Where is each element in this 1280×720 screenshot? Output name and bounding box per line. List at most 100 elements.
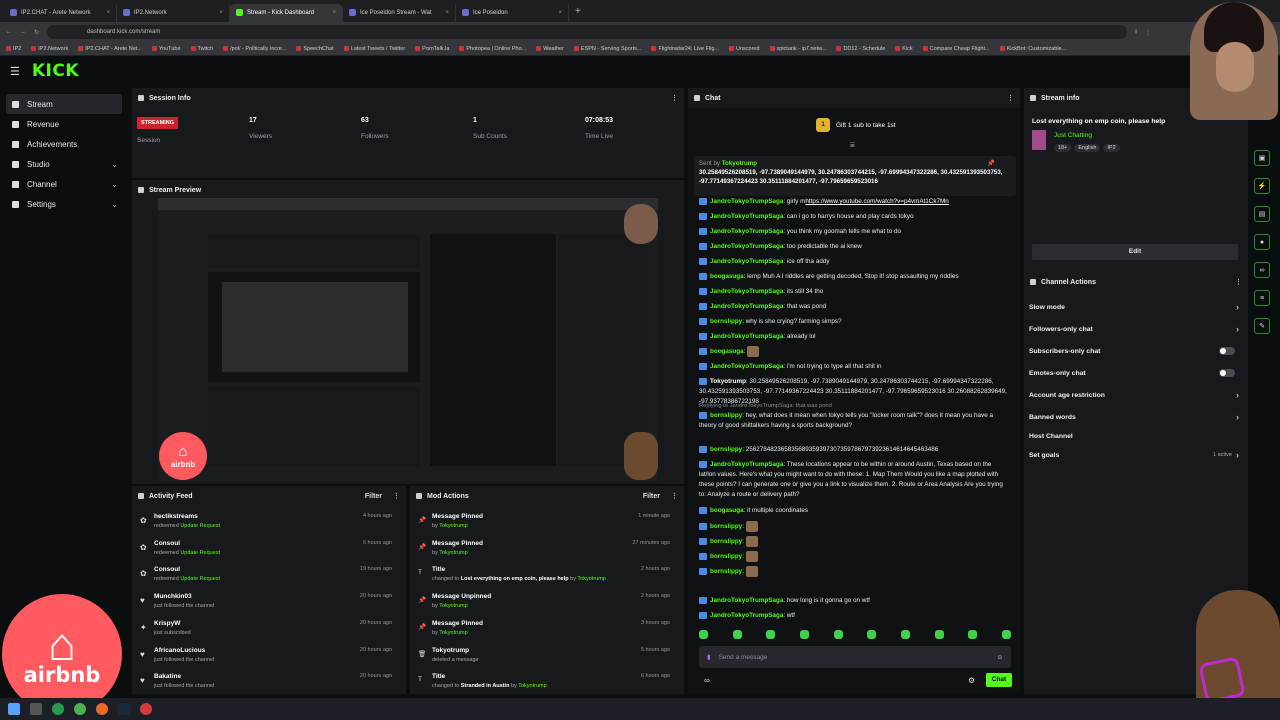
app-icon[interactable] — [74, 703, 86, 715]
stream-tag[interactable]: 18+ — [1054, 144, 1072, 152]
channel-action-followers-only-chat[interactable]: Followers-only chat › — [1029, 322, 1239, 336]
activity-user[interactable]: Bakatine — [154, 673, 181, 680]
activity-user[interactable]: KrispyW — [154, 620, 180, 627]
sidebar-item-revenue[interactable]: Revenue — [0, 114, 128, 134]
card-icon[interactable]: ▤ — [1254, 206, 1270, 222]
browser-tab[interactable]: IP2.Network × — [117, 3, 230, 22]
chat-username[interactable]: Tokyotrump — [710, 378, 746, 385]
chat-username[interactable]: JandroTokyoTrumpSaga — [710, 198, 783, 205]
layout-icon[interactable]: ▣ — [1254, 150, 1270, 166]
activity-user[interactable]: Munchkin03 — [154, 593, 192, 600]
bookmark-item[interactable]: Twitch — [190, 46, 213, 52]
app-icon[interactable] — [96, 703, 108, 715]
chat-message[interactable]: bornslippy: — [699, 551, 1009, 562]
chat-message[interactable]: JandroTokyoTrumpSaga: wtf — [699, 611, 1009, 621]
emote-icon[interactable] — [699, 630, 708, 639]
channel-action-set-goals[interactable]: Set goals 1 active › — [1029, 448, 1239, 462]
chat-message[interactable]: bornslippy: — [699, 536, 1009, 547]
browser-tab[interactable]: Ice Poseidon × — [456, 3, 569, 22]
browser-tab[interactable]: IP2.CHAT - Arete Network × — [4, 3, 117, 22]
bolt-icon[interactable]: ⚡ — [1254, 178, 1270, 194]
mod-action-user[interactable]: Tokyotrump — [439, 550, 467, 556]
more-icon[interactable]: ⋮ — [671, 492, 678, 500]
stream-preview-video[interactable] — [158, 198, 658, 481]
emote-icon[interactable] — [1001, 630, 1011, 639]
category-name[interactable]: Just Chatting — [1054, 132, 1092, 139]
bookmark-item[interactable]: /pol/ - Politically Incor... — [223, 46, 286, 52]
filter-button[interactable]: Filter — [643, 493, 660, 500]
chat-username[interactable]: JandroTokyoTrumpSaga — [710, 243, 783, 250]
bookmark-item[interactable]: ESPN - Serving Sports... — [573, 46, 641, 52]
start-icon[interactable] — [8, 703, 20, 715]
download-icon[interactable]: ⭳ — [1135, 27, 1137, 37]
mod-action-user[interactable]: Tokyotrump — [439, 630, 467, 636]
emote-icon[interactable] — [799, 630, 809, 639]
close-icon[interactable]: × — [106, 10, 110, 16]
emote-icon[interactable] — [766, 630, 776, 639]
bookmark-item[interactable]: Photopea | Online Pho... — [459, 46, 526, 52]
more-icon[interactable]: ⋮ — [1007, 94, 1014, 102]
channel-action-emotes-only-chat[interactable]: Emotes-only chat — [1029, 366, 1239, 380]
close-icon[interactable]: × — [445, 10, 449, 16]
chat-username[interactable]: bornslippy — [710, 412, 742, 419]
chat-username[interactable]: bornslippy — [710, 446, 742, 453]
bookmark-item[interactable]: KickBot: Customizable... — [999, 46, 1066, 52]
emote-icon[interactable] — [867, 630, 877, 639]
bookmark-item[interactable]: PornTalk.la — [415, 46, 449, 52]
sidebar-item-studio[interactable]: Studio ⌄ — [0, 154, 128, 174]
emote-icon[interactable] — [934, 630, 944, 639]
bookmark-item[interactable]: Compare Cheap Flight... — [922, 46, 990, 52]
emote-icon[interactable] — [900, 630, 910, 639]
sidebar-item-channel[interactable]: Channel ⌄ — [0, 174, 128, 194]
wrench-icon[interactable]: ✎ — [1254, 318, 1270, 334]
bookmark-item[interactable]: SpeechChat — [296, 46, 334, 52]
chat-message[interactable]: JandroTokyoTrumpSaga: that was pond — [699, 302, 1009, 312]
chat-message[interactable]: bornslippy: — [699, 566, 1009, 577]
chat-username[interactable]: bornslippy — [710, 538, 742, 545]
channel-action-banned-words[interactable]: Banned words › — [1029, 410, 1239, 424]
stream-tag[interactable]: English — [1074, 144, 1101, 152]
chat-username[interactable]: bornslippy — [710, 553, 742, 560]
chat-link[interactable]: https://www.youtube.com/watch?v=p4vmAt1C… — [805, 198, 948, 205]
bookmark-item[interactable]: spictank - ip7.netw... — [769, 46, 826, 52]
mod-action-user[interactable]: Tokyotrump — [577, 576, 605, 582]
chat-message[interactable]: JandroTokyoTrumpSaga: ice off tha addy — [699, 257, 1009, 267]
chat-message[interactable]: JandroTokyoTrumpSaga: i'm not trying to … — [699, 362, 1009, 372]
chat-username[interactable]: bornslippy — [710, 318, 742, 325]
chat-username[interactable]: JandroTokyoTrumpSaga — [710, 597, 783, 604]
send-chat-button[interactable]: Chat — [986, 673, 1012, 687]
chat-message[interactable]: JandroTokyoTrumpSaga: how long is it gon… — [699, 596, 1009, 606]
activity-user[interactable]: Consoul — [154, 566, 180, 573]
back-icon[interactable]: ← — [6, 29, 12, 35]
chat-username[interactable]: boogasuga — [710, 507, 744, 514]
more-icon[interactable]: ⋮ — [1235, 278, 1242, 286]
chat-username[interactable]: JandroTokyoTrumpSaga — [710, 333, 783, 340]
bookmark-item[interactable]: IP2.CHAT - Arete Net... — [78, 46, 142, 52]
gift-sub-banner[interactable]: 1 Gift 1 sub to take 1st — [816, 118, 896, 132]
chat-message[interactable]: JandroTokyoTrumpSaga: too predictable th… — [699, 242, 1009, 252]
chat-message[interactable]: bornslippy: — [699, 521, 1009, 532]
chat-bubble-icon[interactable]: ● — [1254, 234, 1270, 250]
bookmark-item[interactable]: DD12 - Schedule — [836, 46, 885, 52]
sidebar-item-achievements[interactable]: Achievements — [0, 134, 128, 154]
close-icon[interactable]: × — [558, 10, 562, 16]
chat-message[interactable]: bornslippy: 2562784823658356893593973073… — [699, 445, 1009, 455]
bookmark-item[interactable]: Latest Tweets / Twitter — [343, 46, 405, 52]
chat-username[interactable]: JandroTokyoTrumpSaga — [710, 363, 783, 370]
search-icon[interactable] — [30, 703, 42, 715]
app-icon[interactable] — [118, 703, 130, 715]
mod-action-user[interactable]: Tokyotrump — [439, 603, 467, 609]
stream-tag[interactable]: IP2 — [1103, 144, 1120, 152]
activity-user[interactable]: Consoul — [154, 540, 180, 547]
chat-message[interactable]: JandroTokyoTrumpSaga: can i go to harrys… — [699, 212, 1009, 222]
chat-username[interactable]: bornslippy — [710, 568, 742, 575]
channel-action-account-age-restriction[interactable]: Account age restriction › — [1029, 388, 1239, 402]
chat-username[interactable]: JandroTokyoTrumpSaga — [710, 213, 783, 220]
emote-icon[interactable] — [968, 630, 978, 639]
channel-action-host-channel[interactable]: Host Channel — [1029, 429, 1239, 443]
mod-action-user[interactable]: Tokyotrump — [518, 683, 546, 689]
channel-action-slow-mode[interactable]: Slow mode › — [1029, 300, 1239, 314]
hamburger-icon[interactable]: ☰ — [10, 65, 20, 78]
activity-user[interactable]: AfricanoLucious — [154, 647, 205, 654]
pin-icon[interactable]: 📌 — [987, 159, 995, 168]
